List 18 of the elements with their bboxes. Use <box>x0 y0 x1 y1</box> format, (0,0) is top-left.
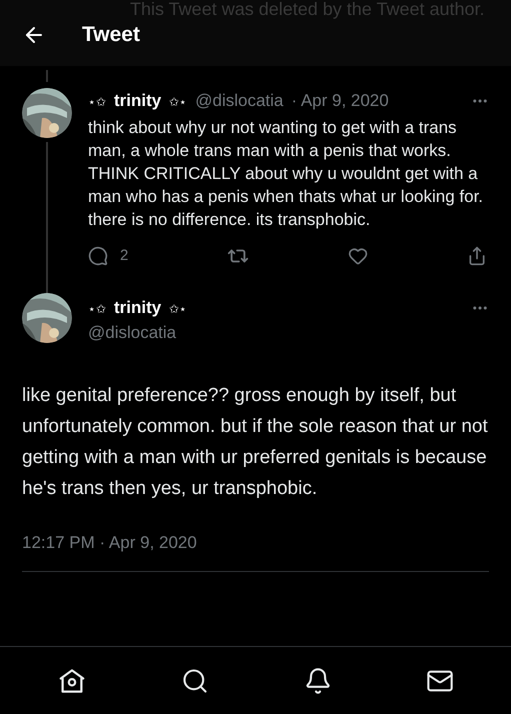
search-icon[interactable] <box>181 666 210 694</box>
bell-icon[interactable] <box>304 666 332 694</box>
name-decoration: ✩⋆ <box>169 302 188 317</box>
share-button[interactable] <box>466 246 487 266</box>
display-name[interactable]: trinity <box>114 297 162 318</box>
handle: @dislocatia <box>195 90 284 112</box>
tweet-date: · Apr 9, 2020 <box>291 90 389 112</box>
handle: @dislocatia <box>88 322 178 344</box>
name-decoration: ⋆✩ <box>88 95 106 110</box>
display-name[interactable]: trinity <box>114 90 162 112</box>
tweet-text: think about why ur not wanting to get with a trans man, a whole trans man with a penis that works. THINK CRITICALLY about why u wouldnt get with a man who has a penis when thats what ur looking for. there is no difference. its transphobic. <box>88 116 484 230</box>
tweet-text: like genital preference?? gross enough by itself, but unfortunately common. but if the sole reason that ur not getting with a man with ur preferred genitals is because he's trans then yes, ur transphobic. <box>22 384 489 501</box>
tweet-timestamp: 12:17 PM · Apr 9, 2020 <box>22 532 198 554</box>
page-title: Tweet <box>82 22 140 48</box>
name-decoration: ✩⋆ <box>169 95 188 110</box>
reply-button[interactable]: 2 <box>88 244 128 267</box>
like-button[interactable] <box>348 246 368 266</box>
name-decoration: ⋆✩ <box>88 302 106 317</box>
